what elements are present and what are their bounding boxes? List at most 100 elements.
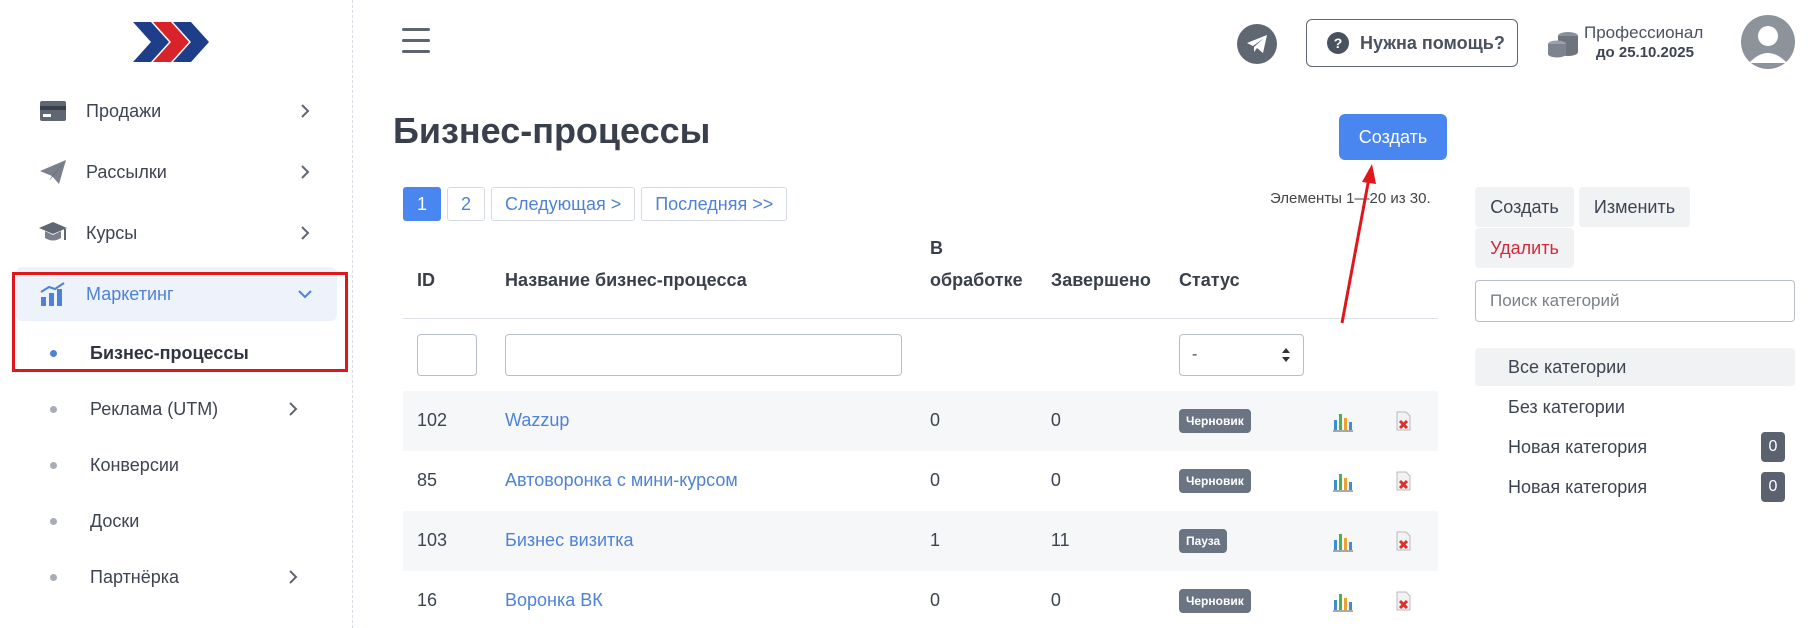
stats-chart-icon[interactable] xyxy=(1332,410,1354,432)
delete-file-icon[interactable] xyxy=(1392,410,1414,432)
sidebar-subitem-label: Доски xyxy=(90,510,140,531)
row-done: 11 xyxy=(1036,510,1165,571)
row-id: 16 xyxy=(417,590,438,610)
sidebar-item-mailings[interactable]: Рассылки xyxy=(16,145,337,199)
column-header-id[interactable]: ID xyxy=(403,232,491,319)
credit-card-icon xyxy=(38,96,68,126)
category-edit-button[interactable]: Изменить xyxy=(1579,187,1690,227)
bullet-dot xyxy=(50,573,57,581)
chevron-right-icon xyxy=(289,570,298,584)
column-header-status[interactable]: Статус xyxy=(1164,232,1318,319)
column-header-processing[interactable]: Вобработке xyxy=(916,232,1037,319)
column-header-processing-line2: обработке xyxy=(930,270,1023,290)
row-id: 102 xyxy=(403,390,491,451)
help-button-label: Нужна помощь? xyxy=(1360,32,1505,53)
page-2-link[interactable]: 2 xyxy=(447,187,486,221)
plan-expiry-date: до 25.10.2025 xyxy=(1596,44,1694,61)
stats-chart-icon[interactable] xyxy=(1332,530,1354,552)
process-name-link[interactable]: Wazzup xyxy=(505,410,569,430)
row-done: 0 xyxy=(1036,390,1165,451)
sidebar-item-label: Курсы xyxy=(86,222,138,243)
column-header-name[interactable]: Название бизнес-процесса xyxy=(491,232,916,319)
delete-file-icon[interactable] xyxy=(1392,590,1414,612)
create-process-button[interactable]: Создать xyxy=(1339,114,1447,160)
hamburger-menu-icon[interactable] xyxy=(402,28,430,54)
sidebar: Продажи Рассылки Курсы Маркетинг Бизнес-… xyxy=(0,0,353,628)
plan-name: Профессионал xyxy=(1584,23,1704,42)
sidebar-subitem-ads-utm[interactable]: Реклама (UTM) xyxy=(16,387,337,431)
bullet-dot xyxy=(50,517,57,525)
category-search-input[interactable]: Поиск категорий xyxy=(1475,280,1795,322)
stats-chart-icon[interactable] xyxy=(1332,590,1354,612)
table-row: 85 Автоворонка с мини-курсом 0 0 Чернови… xyxy=(403,451,1438,511)
name-filter-input[interactable] xyxy=(505,333,902,376)
last-page-link[interactable]: Последняя >> xyxy=(641,187,788,221)
paper-plane-icon xyxy=(38,157,68,187)
sidebar-item-label: Рассылки xyxy=(86,161,167,182)
process-name-link[interactable]: Воронка ВК xyxy=(505,590,603,610)
sidebar-subitem-partners[interactable]: Партнёрка xyxy=(16,555,337,599)
chevron-right-icon xyxy=(289,402,298,416)
logo-chevrons-icon[interactable] xyxy=(133,18,213,66)
category-create-button[interactable]: Создать xyxy=(1475,187,1574,227)
category-label: Без категории xyxy=(1508,396,1625,417)
category-count-badge: 0 xyxy=(1761,432,1785,462)
sidebar-item-courses[interactable]: Курсы xyxy=(16,206,337,260)
table-row: 102 Wazzup 0 0 Черновик xyxy=(403,390,1438,451)
delete-file-icon[interactable] xyxy=(1392,470,1414,492)
row-id: 103 xyxy=(403,510,491,571)
stats-chart-icon[interactable] xyxy=(1332,470,1354,492)
chevron-right-icon xyxy=(301,104,310,118)
category-label: Новая категория xyxy=(1508,436,1648,457)
sidebar-subitem-label: Реклама (UTM) xyxy=(90,398,219,419)
next-page-link[interactable]: Следующая > xyxy=(491,187,636,221)
row-processing: 0 xyxy=(916,390,1037,451)
question-icon: ? xyxy=(1327,32,1349,54)
telegram-icon[interactable] xyxy=(1237,24,1277,64)
process-name-link[interactable]: Автоворонка с мини-курсом xyxy=(505,470,738,490)
id-filter-input[interactable] xyxy=(417,333,477,376)
delete-file-icon[interactable] xyxy=(1392,530,1414,552)
sidebar-subitem-conversions[interactable]: Конверсии xyxy=(16,443,337,487)
row-id: 85 xyxy=(417,470,438,490)
row-processing: 0 xyxy=(930,590,941,610)
user-silhouette-icon xyxy=(1749,26,1787,63)
business-process-table: ID Название бизнес-процесса Вобработке З… xyxy=(403,232,1438,628)
category-delete-button[interactable]: Удалить xyxy=(1475,228,1574,268)
pagination: 1 2 Следующая > Последняя >> xyxy=(403,187,788,221)
column-header-done[interactable]: Завершено xyxy=(1036,232,1165,319)
column-header-empty xyxy=(1317,232,1378,319)
page-1-link[interactable]: 1 xyxy=(403,187,442,221)
status-badge: Черновик xyxy=(1178,468,1251,493)
category-item-new-1[interactable]: Новая категория 0 xyxy=(1475,428,1795,466)
row-processing: 0 xyxy=(930,470,941,490)
bullet-dot xyxy=(50,461,57,469)
category-count-badge: 0 xyxy=(1761,472,1785,502)
page-title: Бизнес-процессы xyxy=(393,110,711,151)
chevron-right-icon xyxy=(301,165,310,179)
sidebar-subitem-boards[interactable]: Доски xyxy=(16,499,337,543)
sidebar-item-sales[interactable]: Продажи xyxy=(16,84,337,138)
category-item-all[interactable]: Все категории xyxy=(1475,348,1795,386)
sidebar-subitem-label: Конверсии xyxy=(90,454,179,475)
status-badge: Черновик xyxy=(1178,588,1251,613)
process-name-link[interactable]: Бизнес визитка xyxy=(505,530,634,550)
table-row: 16 Воронка ВК 0 0 Черновик xyxy=(403,571,1438,628)
category-item-none[interactable]: Без категории xyxy=(1475,388,1795,426)
row-done: 0 xyxy=(1050,590,1061,610)
row-done: 0 xyxy=(1050,470,1061,490)
help-button[interactable]: ? Нужна помощь? xyxy=(1306,19,1518,67)
table-row: 103 Бизнес визитка 1 11 Пауза xyxy=(403,510,1438,571)
avatar[interactable] xyxy=(1741,15,1795,69)
column-header-processing-line1: В xyxy=(930,238,943,258)
elements-count: Элементы 1—20 из 30. xyxy=(1270,190,1431,207)
category-item-new-2[interactable]: Новая категория 0 xyxy=(1475,468,1795,506)
category-label: Все категории xyxy=(1508,356,1627,377)
annotation-highlight-box xyxy=(12,272,348,372)
sidebar-subitem-label: Партнёрка xyxy=(90,566,180,587)
status-filter-select[interactable]: - xyxy=(1178,333,1304,376)
bullet-dot xyxy=(50,405,57,413)
sidebar-item-label: Продажи xyxy=(86,100,162,121)
status-filter-value: - xyxy=(1191,345,1198,363)
coins-stack-icon xyxy=(1548,32,1578,58)
